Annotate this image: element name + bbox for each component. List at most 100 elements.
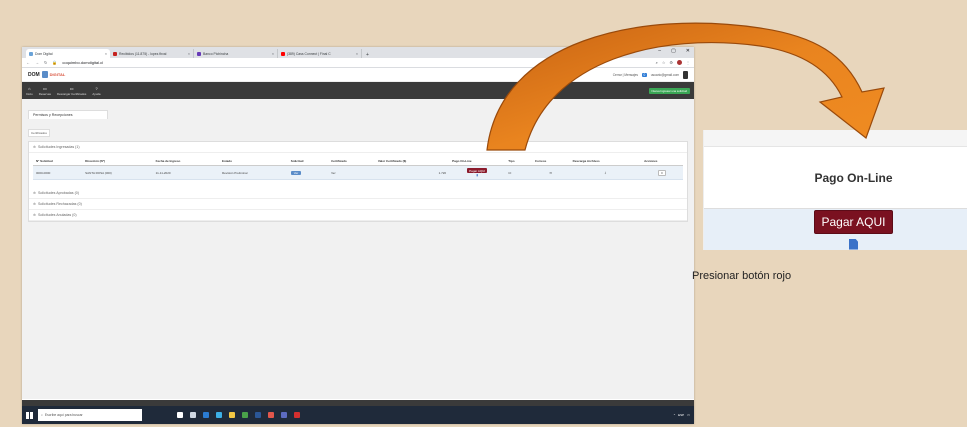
explorer-icon[interactable] [229, 412, 235, 418]
nav-label: Ayuda [92, 91, 101, 96]
cell-direccion: SANTA ROSA (000) [82, 165, 153, 180]
extensions-icon[interactable]: ⚙ [669, 60, 673, 65]
forward-icon[interactable]: → [35, 60, 39, 65]
reload-icon[interactable]: ↻ [44, 60, 47, 65]
tab-certificados[interactable]: Certificados [28, 129, 50, 137]
new-tab-button[interactable]: + [362, 52, 373, 58]
nav-item-reservas[interactable]: ▭ Reservas [39, 86, 51, 96]
cell-fecha: 11-11-2020 [152, 165, 219, 180]
windows-taskbar: ⌕ Escribe aquí para buscar ^ ESP ▭ [22, 406, 694, 424]
app-icon[interactable] [268, 412, 274, 418]
requests-panel: ⊕ Solicitudes Ingresadas (1) Nº Solicitu… [28, 141, 688, 222]
section-rechazadas[interactable]: ⊕ Solicitudes Rechazadas (0) [29, 199, 687, 210]
browser-tab-dom-digital[interactable]: Dom Digital × [26, 49, 110, 58]
nav-label: Inicio [26, 91, 33, 96]
zoom-top-strip [704, 130, 967, 147]
mail-app-icon[interactable] [203, 412, 209, 418]
url-field[interactable]: coquimbo.domdigital.cl [62, 60, 103, 65]
close-icon[interactable]: × [356, 52, 358, 56]
expand-icon: ⊕ [33, 202, 37, 206]
favicon [281, 51, 285, 56]
browser-tab-youtube[interactable]: (389) Cass Connect | Final C × [278, 49, 362, 58]
cortana-icon[interactable] [177, 412, 183, 418]
new-request-button[interactable]: Nueva Ingresar una solicitud [648, 87, 690, 94]
cell-pago: Pagar AQUI ▮ [449, 165, 506, 180]
message-count-badge: 0 [642, 72, 647, 77]
section-label: Solicitudes Aprobadas (0) [38, 191, 79, 195]
windows-start-icon[interactable] [26, 411, 33, 419]
page-title[interactable]: Permisos y Recepciones [28, 110, 108, 119]
user-avatar[interactable] [683, 70, 688, 79]
profile-avatar[interactable] [677, 60, 682, 65]
favicon [29, 51, 33, 56]
logo-text: DOM [28, 71, 40, 78]
section-anuladas[interactable]: ⊕ Solicitudes Anuladas (0) [29, 210, 687, 221]
nav-item-descargar[interactable]: ▭ Descargar Certificados [57, 86, 86, 96]
cell-estado: Revisión Preliminar [218, 165, 288, 180]
requests-table: Nº Solicitud Dirección (Nº) Fecha de Ing… [33, 157, 683, 180]
close-icon[interactable]: × [272, 52, 274, 56]
menu-icon[interactable]: ⋮ [686, 60, 690, 65]
maximize-icon[interactable]: ▢ [671, 48, 676, 54]
user-links[interactable]: Cerrar | Mensajes [613, 73, 638, 77]
nav-item-inicio[interactable]: ⌂ Inicio [26, 86, 33, 96]
document-icon[interactable] [849, 238, 858, 250]
column-header: Valor Certificado ($) [374, 157, 450, 166]
page-content: Permisos y Recepciones Certificados ⊕ So… [22, 99, 694, 399]
download-icon[interactable]: ⇩ [604, 171, 607, 175]
word-icon[interactable] [255, 412, 261, 418]
site-logo[interactable]: DOM DIGITAL [28, 71, 65, 78]
lock-icon: 🔒 [52, 60, 58, 65]
browser-tab-label: Banco Pichincha [203, 51, 229, 56]
expand-icon: ⊕ [33, 191, 37, 195]
pagar-aqui-button[interactable]: Pagar AQUI [814, 209, 893, 234]
section-label: Solicitudes Rechazadas (0) [38, 202, 82, 206]
close-window-icon[interactable]: ✕ [686, 48, 690, 54]
cell-certificado: Ver [328, 165, 375, 180]
minimize-icon[interactable]: – [658, 48, 661, 54]
system-tray: ^ ESP ▭ [674, 413, 690, 417]
tray-language[interactable]: ESP [678, 413, 684, 417]
zoom-icon[interactable]: ⌕ [656, 60, 658, 65]
column-header: Fecha de Ingreso [152, 157, 219, 166]
expand-icon: ⊕ [33, 213, 37, 217]
nav-item-ayuda[interactable]: ? Ayuda [92, 86, 100, 96]
document-icon[interactable]: ▮ [452, 173, 502, 177]
browser-tab-label: Dom Digital [35, 51, 53, 56]
taskbar-search-input[interactable]: ⌕ Escribe aquí para buscar [38, 409, 142, 421]
edge-icon[interactable] [216, 412, 222, 418]
section-aprobadas[interactable]: ⊕ Solicitudes Aprobadas (0) [29, 188, 687, 199]
acrobat-icon[interactable] [294, 412, 300, 418]
mail-icon[interactable]: ✉ [549, 171, 552, 175]
network-icon[interactable]: ^ [674, 413, 675, 417]
task-view-icon[interactable] [190, 412, 196, 418]
browser-tab-bar: Dom Digital × Recibidos (11.875) - lopez… [22, 47, 694, 58]
section-ingresadas[interactable]: ⊕ Solicitudes Ingresadas (1) [29, 142, 687, 153]
user-email[interactable]: usuario@gmail.com [651, 73, 679, 77]
column-header: Dirección (Nº) [82, 157, 153, 166]
column-header: Descarga Archivos [569, 157, 642, 166]
column-header: Tipo [505, 157, 532, 166]
notification-icon[interactable]: ▭ [687, 413, 690, 417]
close-icon[interactable]: × [188, 52, 190, 56]
nav-label: Descargar Certificados [56, 91, 87, 96]
section-label: Solicitudes Anuladas (0) [38, 213, 77, 217]
site-header: DOM DIGITAL Cerrar | Mensajes 0 usuario@… [22, 68, 694, 82]
table-wrapper: Nº Solicitud Dirección (Nº) Fecha de Ing… [29, 153, 687, 188]
browser-tab-label: Recibidos (11.875) - lopez.fbval [119, 51, 167, 56]
chrome-icon[interactable] [242, 412, 248, 418]
actions-button[interactable]: ≡ [658, 169, 666, 176]
nav-label: Reservas [38, 91, 51, 96]
view-request-button[interactable]: Ver [290, 170, 302, 175]
star-icon[interactable]: ☆ [662, 60, 666, 65]
browser-tab-banco[interactable]: Banco Pichincha × [194, 49, 278, 58]
back-icon[interactable]: ← [26, 60, 30, 65]
teams-icon[interactable] [281, 412, 287, 418]
user-bar: Cerrar | Mensajes 0 usuario@gmail.com [613, 70, 688, 79]
cell-descarga: ⇩ [569, 165, 642, 180]
favicon [197, 51, 201, 56]
close-icon[interactable]: × [105, 52, 107, 56]
main-nav: ⌂ Inicio ▭ Reservas ▭ Descargar Certific… [22, 82, 694, 99]
browser-tab-gmail[interactable]: Recibidos (11.875) - lopez.fbval × [110, 49, 194, 58]
cell-acciones: ≡ [641, 165, 683, 180]
